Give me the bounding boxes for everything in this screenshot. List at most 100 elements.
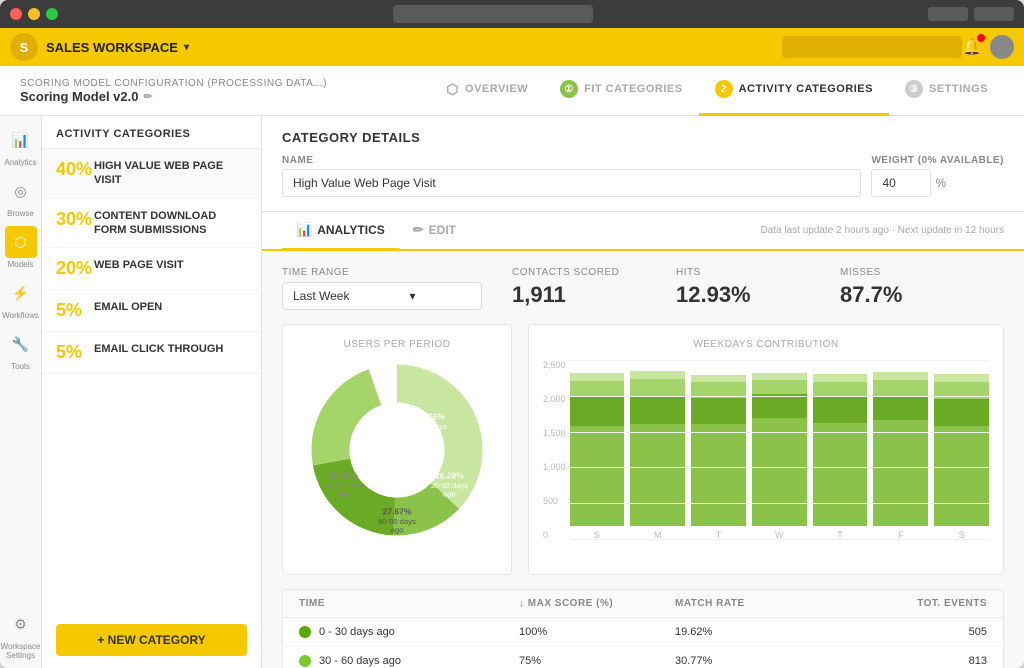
- misses-label: MISSES: [840, 267, 1004, 278]
- bar-day-t1: T: [691, 371, 746, 540]
- svg-text:29.28%: 29.28%: [329, 471, 358, 481]
- edit-model-icon[interactable]: ✏: [143, 90, 152, 103]
- td-time-1: 0 - 30 days ago: [299, 626, 519, 638]
- time-range-select[interactable]: Last Week ▾: [282, 282, 482, 310]
- stats-row: TIME RANGE Last Week ▾ CONTACTS SCORED 1…: [282, 267, 1004, 310]
- dot-2: [299, 655, 311, 667]
- hits-block: HITS 12.93%: [676, 267, 840, 310]
- tab-analytics[interactable]: 📊 ANALYTICS: [282, 212, 399, 251]
- category-pct-1: 40%: [56, 159, 94, 180]
- th-max-score: ↓ MAX SCORE (%): [519, 598, 675, 609]
- misses-value: 87.7%: [840, 282, 1004, 308]
- y-label-500: 500: [543, 496, 566, 506]
- category-item-1[interactable]: 40% HIGH VALUE WEB PAGE VISIT: [42, 149, 261, 199]
- new-category-button[interactable]: + NEW CATEGORY: [56, 624, 247, 656]
- x-label-m: M: [654, 530, 662, 540]
- analytics-sidebar-icon[interactable]: 📊: [4, 124, 36, 156]
- browse-sidebar-label: Browse: [7, 209, 34, 218]
- nav-search-bar[interactable]: [782, 36, 962, 58]
- fit-step-circle: ①: [560, 80, 578, 98]
- bar-day-m: M: [630, 371, 685, 540]
- content-tabs: 📊 ANALYTICS ✏ EDIT Data last update 2 ho…: [262, 212, 1024, 251]
- notification-bell-icon[interactable]: 🔔: [962, 37, 982, 57]
- browse-sidebar-icon[interactable]: ◎: [5, 175, 37, 207]
- td-match-rate-1: 19.62%: [675, 626, 831, 638]
- th-match-rate: MATCH RATE: [675, 598, 831, 609]
- donut-chart-title: USERS PER PERIOD: [297, 339, 497, 350]
- wizard-step-overview[interactable]: ⬡ OVERVIEW: [430, 66, 544, 116]
- category-item-4[interactable]: 5% EMAIL OPEN: [42, 290, 261, 332]
- category-name-1: HIGH VALUE WEB PAGE VISIT: [94, 159, 247, 188]
- y-label-1000: 1,000: [543, 462, 566, 472]
- wizard-step-fit[interactable]: ① FIT CATEGORIES: [544, 66, 698, 116]
- maximize-button[interactable]: [46, 8, 58, 20]
- svg-text:26.29%: 26.29%: [435, 471, 464, 481]
- content-area: CATEGORY DETAILS NAME WEIGHT (0% AVAILAB…: [262, 116, 1024, 668]
- title-bar-search: [393, 5, 593, 23]
- content-header: CATEGORY DETAILS NAME WEIGHT (0% AVAILAB…: [262, 116, 1024, 212]
- tab-list: 📊 ANALYTICS ✏ EDIT: [282, 212, 470, 249]
- workspace-dropdown-icon: ▾: [184, 42, 189, 53]
- overview-step-icon: ⬡: [446, 81, 459, 98]
- name-field-label: NAME: [282, 155, 861, 166]
- hits-label: HITS: [676, 267, 840, 278]
- wizard-step-settings-label: SETTINGS: [929, 83, 988, 95]
- weight-suffix: %: [935, 176, 946, 190]
- contacts-scored-value: 1,911: [512, 282, 676, 308]
- svg-text:ago: ago: [337, 490, 350, 499]
- svg-text:ago: ago: [443, 490, 456, 499]
- content-header-title: CATEGORY DETAILS: [282, 130, 1004, 145]
- time-range-dropdown-icon: ▾: [409, 289, 415, 303]
- main-layout: 📊 Analytics ◎ Browse ⬡ Models ⚡ Workflow…: [0, 116, 1024, 668]
- bar-chart-title: WEEKDAYS CONTRIBUTION: [543, 339, 989, 350]
- name-field-input[interactable]: [282, 169, 861, 197]
- donut-chart-block: USERS PER PERIOD 16.: [282, 324, 512, 575]
- category-item-3[interactable]: 20% WEB PAGE VISIT: [42, 248, 261, 290]
- category-pct-5: 5%: [56, 342, 94, 363]
- category-item-5[interactable]: 5% EMAIL CLICK THROUGH: [42, 332, 261, 374]
- svg-text:ago: ago: [424, 431, 437, 440]
- bar-day-s2: S: [934, 371, 989, 540]
- th-time: TIME: [299, 598, 519, 609]
- category-pct-4: 5%: [56, 300, 94, 321]
- title-bar: [0, 0, 1024, 28]
- user-avatar[interactable]: [990, 35, 1014, 59]
- hits-value: 12.93%: [676, 282, 840, 308]
- tools-sidebar-icon[interactable]: 🔧: [5, 328, 37, 360]
- category-name-3: WEB PAGE VISIT: [94, 258, 184, 272]
- table-row-2: 30 - 60 days ago 75% 30.77% 813: [283, 647, 1003, 668]
- category-item-2[interactable]: 30% CONTENT DOWNLOAD FORM SUBMISSIONS: [42, 199, 261, 249]
- wizard-step-activity[interactable]: 2 ACTIVITY CATEGORIES: [699, 66, 889, 116]
- minimize-button[interactable]: [28, 8, 40, 20]
- category-pct-3: 20%: [56, 258, 94, 279]
- wizard-step-activity-label: ACTIVITY CATEGORIES: [739, 83, 873, 95]
- close-button[interactable]: [10, 8, 22, 20]
- y-label-1500: 1,500: [543, 428, 566, 438]
- workspace-name: SALES WORKSPACE: [46, 40, 178, 55]
- wizard-step-settings[interactable]: ③ SETTINGS: [889, 66, 1004, 116]
- contacts-scored-label: CONTACTS SCORED: [512, 267, 676, 278]
- models-sidebar-group: ⬡ Models: [5, 226, 37, 269]
- browse-sidebar-group: ◎ Browse: [5, 175, 37, 218]
- tab-edit[interactable]: ✏ EDIT: [399, 212, 470, 251]
- category-pct-2: 30%: [56, 209, 94, 230]
- workspace-settings-sidebar-icon[interactable]: ⚙: [5, 608, 37, 640]
- nav-app-icon: S: [10, 33, 38, 61]
- svg-text:27.67%: 27.67%: [383, 507, 412, 517]
- workflows-sidebar-label: Workflows: [2, 311, 39, 320]
- workflows-sidebar-icon[interactable]: ⚡: [5, 277, 37, 309]
- workspace-selector[interactable]: SALES WORKSPACE ▾: [46, 40, 189, 55]
- analytics-content: TIME RANGE Last Week ▾ CONTACTS SCORED 1…: [262, 251, 1024, 668]
- notification-badge: [977, 34, 985, 42]
- category-name-4: EMAIL OPEN: [94, 300, 162, 314]
- activity-step-circle: 2: [715, 80, 733, 98]
- weight-field-input[interactable]: [871, 169, 931, 197]
- td-match-rate-2: 30.77%: [675, 655, 831, 667]
- donut-chart-svg: 16.76% 0-30 days ago 26.29% 30-60 days a…: [302, 355, 492, 545]
- bar-day-w: W: [752, 371, 807, 540]
- models-sidebar-icon[interactable]: ⬡: [5, 226, 37, 258]
- y-label-0: 0: [543, 530, 566, 540]
- app-window: S SALES WORKSPACE ▾ 🔔 SCORING MODEL CONF…: [0, 0, 1024, 668]
- x-label-t1: T: [716, 530, 722, 540]
- dot-1: [299, 626, 311, 638]
